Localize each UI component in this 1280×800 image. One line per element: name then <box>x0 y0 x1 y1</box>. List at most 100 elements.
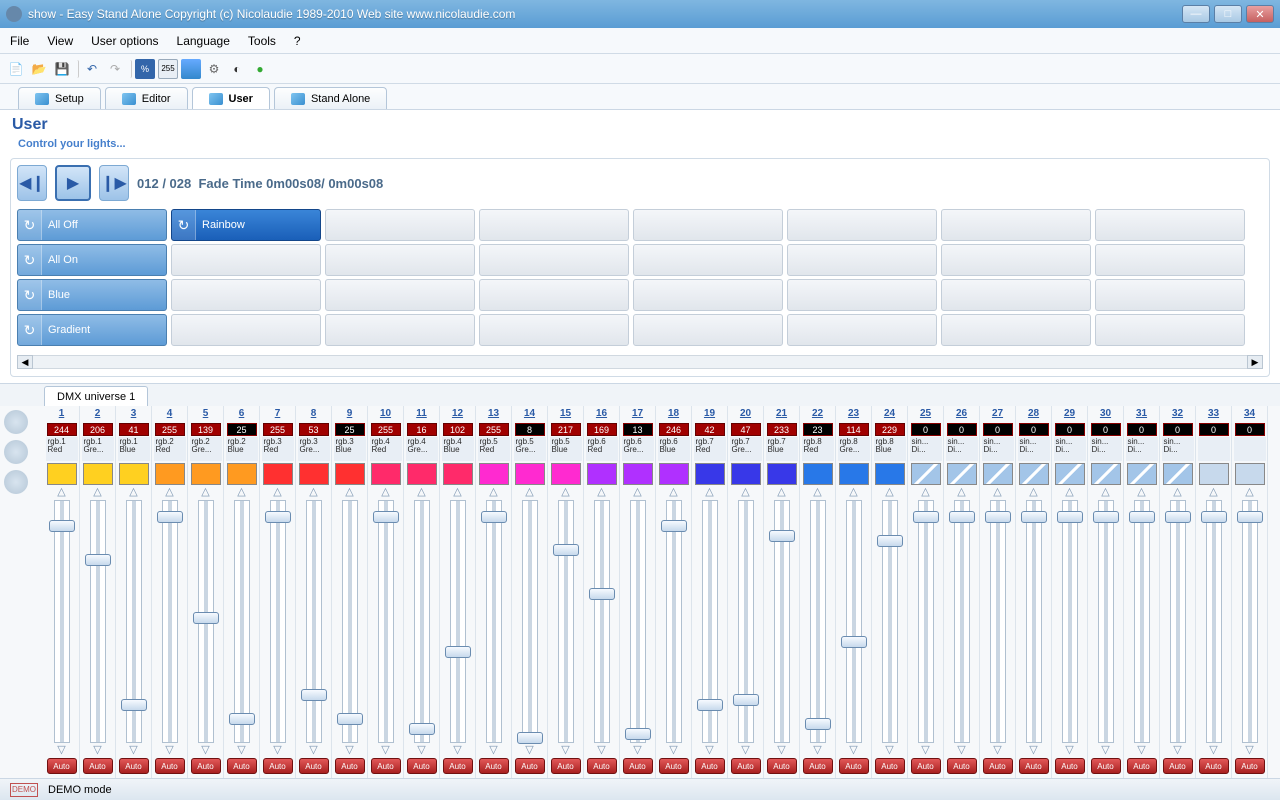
channel-slider[interactable] <box>738 500 754 743</box>
channel-number[interactable]: 32 <box>1172 408 1183 422</box>
scene-cell[interactable] <box>941 314 1091 346</box>
channel-down-icon[interactable]: ▽ <box>669 745 677 756</box>
channel-swatch[interactable] <box>1091 463 1121 485</box>
channel-number[interactable]: 22 <box>812 408 823 422</box>
channel-auto-button[interactable]: Auto <box>1091 758 1121 774</box>
channel-auto-button[interactable]: Auto <box>299 758 329 774</box>
scene-cell[interactable] <box>633 279 783 311</box>
slider-thumb[interactable] <box>1021 511 1047 523</box>
channel-auto-button[interactable]: Auto <box>551 758 581 774</box>
channel-up-icon[interactable]: △ <box>1137 487 1145 498</box>
menu-user-options[interactable]: User options <box>91 34 158 48</box>
slider-thumb[interactable] <box>481 511 507 523</box>
slider-thumb[interactable] <box>1093 511 1119 523</box>
channel-number[interactable]: 21 <box>776 408 787 422</box>
channel-swatch[interactable] <box>839 463 869 485</box>
channel-auto-button[interactable]: Auto <box>1235 758 1265 774</box>
channel-number[interactable]: 16 <box>596 408 607 422</box>
slider-thumb[interactable] <box>157 511 183 523</box>
channel-up-icon[interactable]: △ <box>1101 487 1109 498</box>
channel-number[interactable]: 26 <box>956 408 967 422</box>
channel-up-icon[interactable]: △ <box>129 487 137 498</box>
channel-slider[interactable] <box>54 500 70 743</box>
channel-up-icon[interactable]: △ <box>669 487 677 498</box>
channel-up-icon[interactable]: △ <box>741 487 749 498</box>
channel-slider[interactable] <box>954 500 970 743</box>
channel-swatch[interactable] <box>335 463 365 485</box>
slider-thumb[interactable] <box>913 511 939 523</box>
channel-slider[interactable] <box>306 500 322 743</box>
channel-swatch[interactable] <box>623 463 653 485</box>
tab-setup[interactable]: Setup <box>18 87 101 109</box>
channel-auto-button[interactable]: Auto <box>371 758 401 774</box>
channel-slider[interactable] <box>702 500 718 743</box>
channel-up-icon[interactable]: △ <box>345 487 353 498</box>
slider-thumb[interactable] <box>1165 511 1191 523</box>
value-icon[interactable]: 255 <box>158 59 178 79</box>
tab-standalone[interactable]: Stand Alone <box>274 87 387 109</box>
channel-auto-button[interactable]: Auto <box>47 758 77 774</box>
channel-up-icon[interactable]: △ <box>453 487 461 498</box>
slider-thumb[interactable] <box>805 718 831 730</box>
channel-up-icon[interactable]: △ <box>489 487 497 498</box>
channel-down-icon[interactable]: ▽ <box>1245 745 1253 756</box>
channel-slider[interactable] <box>810 500 826 743</box>
scene-cell[interactable] <box>325 244 475 276</box>
channel-auto-button[interactable]: Auto <box>983 758 1013 774</box>
channel-slider[interactable] <box>198 500 214 743</box>
slider-thumb[interactable] <box>661 520 687 532</box>
channel-up-icon[interactable]: △ <box>777 487 785 498</box>
channel-slider[interactable] <box>1170 500 1186 743</box>
channel-auto-button[interactable]: Auto <box>767 758 797 774</box>
scene-cell[interactable] <box>787 244 937 276</box>
channel-up-icon[interactable]: △ <box>1173 487 1181 498</box>
channel-slider[interactable] <box>1062 500 1078 743</box>
channel-swatch[interactable] <box>1019 463 1049 485</box>
channel-auto-button[interactable]: Auto <box>191 758 221 774</box>
channel-auto-button[interactable]: Auto <box>263 758 293 774</box>
channel-up-icon[interactable]: △ <box>165 487 173 498</box>
channel-down-icon[interactable]: ▽ <box>453 745 461 756</box>
channel-slider[interactable] <box>846 500 862 743</box>
scroll-track[interactable] <box>33 355 1247 369</box>
channel-up-icon[interactable]: △ <box>633 487 641 498</box>
channel-down-icon[interactable]: ▽ <box>993 745 1001 756</box>
channel-down-icon[interactable]: ▽ <box>849 745 857 756</box>
slider-thumb[interactable] <box>877 535 903 547</box>
channel-up-icon[interactable]: △ <box>381 487 389 498</box>
scene-cell[interactable] <box>1095 244 1245 276</box>
channel-swatch[interactable] <box>1163 463 1193 485</box>
channel-down-icon[interactable]: ▽ <box>417 745 425 756</box>
scroll-left-icon[interactable]: ◀ <box>17 355 33 369</box>
channel-up-icon[interactable]: △ <box>201 487 209 498</box>
scene-cell[interactable] <box>479 314 629 346</box>
channel-swatch[interactable] <box>371 463 401 485</box>
channel-up-icon[interactable]: △ <box>597 487 605 498</box>
menu-file[interactable]: File <box>10 34 29 48</box>
scene-cell[interactable] <box>941 279 1091 311</box>
channel-down-icon[interactable]: ▽ <box>885 745 893 756</box>
channel-swatch[interactable] <box>731 463 761 485</box>
channel-down-icon[interactable]: ▽ <box>525 745 533 756</box>
slider-thumb[interactable] <box>85 554 111 566</box>
channel-swatch[interactable] <box>155 463 185 485</box>
channel-swatch[interactable] <box>191 463 221 485</box>
channel-slider[interactable] <box>1134 500 1150 743</box>
channel-number[interactable]: 28 <box>1028 408 1039 422</box>
channel-down-icon[interactable]: ▽ <box>1209 745 1217 756</box>
slider-thumb[interactable] <box>229 713 255 725</box>
slider-thumb[interactable] <box>733 694 759 706</box>
channel-number[interactable]: 3 <box>131 408 137 422</box>
channel-swatch[interactable] <box>407 463 437 485</box>
next-button[interactable]: ❙▶ <box>99 165 129 201</box>
channel-up-icon[interactable]: △ <box>1245 487 1253 498</box>
scene-cell[interactable] <box>787 314 937 346</box>
channel-number[interactable]: 19 <box>704 408 715 422</box>
channel-number[interactable]: 4 <box>167 408 173 422</box>
channel-auto-button[interactable]: Auto <box>1163 758 1193 774</box>
channel-up-icon[interactable]: △ <box>705 487 713 498</box>
side-heart-icon[interactable] <box>4 410 28 434</box>
slider-thumb[interactable] <box>841 636 867 648</box>
channel-auto-button[interactable]: Auto <box>947 758 977 774</box>
scene-cell[interactable] <box>633 314 783 346</box>
